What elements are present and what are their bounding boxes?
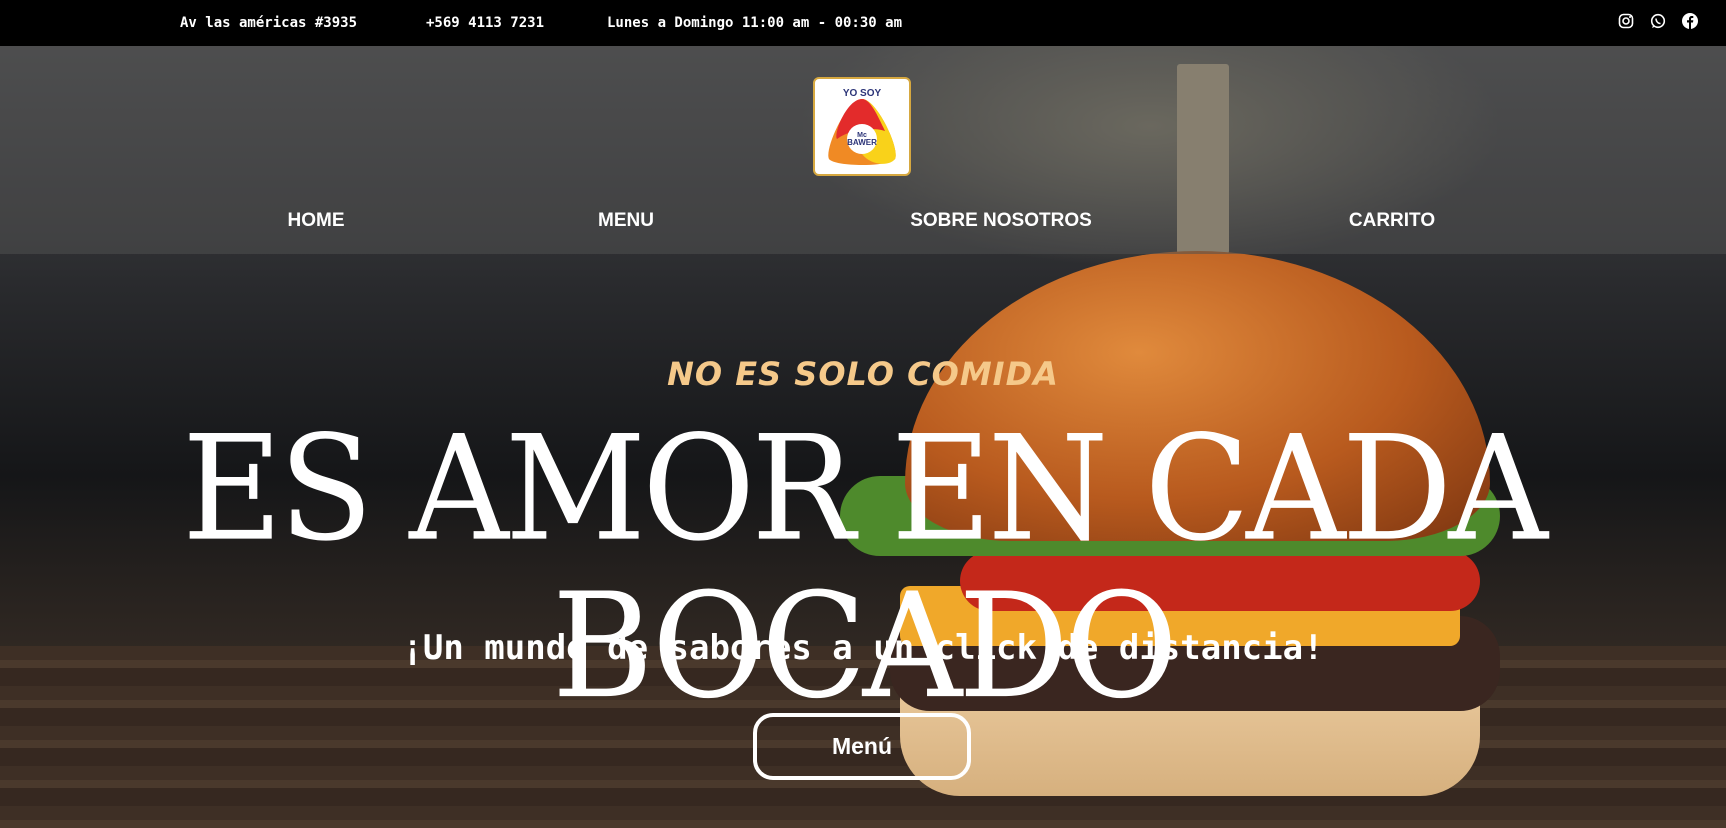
nav-carrito[interactable]: CARRITO — [1349, 210, 1435, 232]
hero-tagline: NO ES SOLO COMIDA — [667, 355, 1059, 393]
nav-home[interactable]: HOME — [288, 210, 345, 232]
facebook-icon[interactable] — [1682, 13, 1700, 31]
logo-text-bawer: BAWER — [847, 138, 877, 147]
address-text: Av las américas #3935 — [180, 15, 358, 31]
top-info-bar: Av las américas #3935 +569 4113 7231 Lun… — [0, 0, 1726, 46]
site-header: Mc BAWER YO SOY HOME MENU SOBRE NOSOTROS… — [0, 46, 1726, 254]
hours-text: Lunes a Domingo 11:00 am - 00:30 am — [607, 15, 903, 31]
logo-text-yosoy: YO SOY — [843, 88, 882, 99]
brand-logo[interactable]: Mc BAWER YO SOY — [813, 77, 911, 176]
nav-menu[interactable]: MENU — [598, 210, 654, 232]
menu-button[interactable]: Menú — [753, 713, 971, 780]
hero-headline: ES AMOR EN CADA BOCADO — [182, 404, 1548, 731]
hero-subtitle: ¡Un mundo de sabores a un click de dista… — [402, 628, 1324, 668]
whatsapp-icon[interactable] — [1650, 13, 1668, 31]
phone-text: +569 4113 7231 — [426, 15, 545, 31]
instagram-icon[interactable] — [1618, 13, 1636, 31]
nav-sobre-nosotros[interactable]: SOBRE NOSOTROS — [910, 210, 1092, 232]
